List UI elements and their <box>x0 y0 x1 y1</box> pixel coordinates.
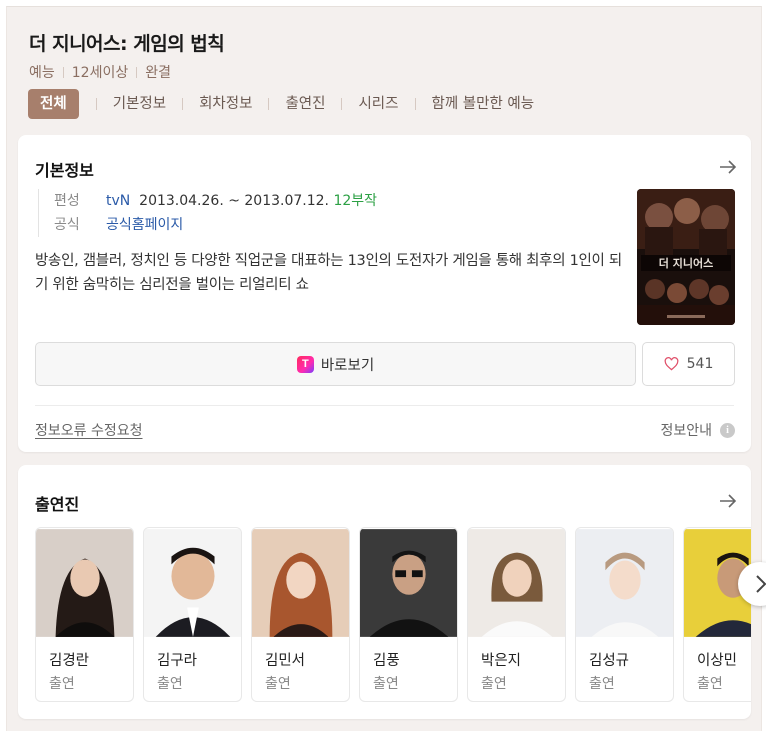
watch-now-label: 바로보기 <box>320 357 375 374</box>
tab-divider <box>341 98 343 110</box>
tab-divider <box>95 98 97 110</box>
program-title[interactable]: 더 지니어스: 게임의 법칙 <box>29 29 225 56</box>
info-guide-button[interactable]: 정보안내 i <box>660 420 735 440</box>
program-meta: 예능 12세이상 완결 <box>29 62 171 82</box>
meta-rating: 12세이상 <box>71 65 129 81</box>
cast-member-card[interactable]: 김민서 출연 <box>251 527 350 702</box>
heart-icon <box>664 357 679 371</box>
cast-next-button[interactable] <box>738 562 766 606</box>
cast-card: 출연진 김경란 출연 김구라 출연 김민서 출연 김풍 출연 박은지 출연 김성… <box>18 465 751 719</box>
tab-bar: 전체 기본정보 회차정보 출연진 시리즈 함께 볼만한 예능 <box>28 89 534 119</box>
tab-related-shows[interactable]: 함께 볼만한 예능 <box>432 89 535 119</box>
meta-divider <box>136 66 138 78</box>
meta-divider <box>62 66 64 78</box>
tab-cast[interactable]: 출연진 <box>285 89 325 119</box>
info-row-broadcast: 편성 tvN 2013.04.26. ~ 2013.07.12. 12부작 <box>54 189 377 213</box>
cast-photo <box>576 529 673 637</box>
cast-role: 출연 <box>481 676 507 692</box>
info-icon: i <box>720 422 735 438</box>
info-key: 공식 <box>54 217 80 233</box>
arrow-right-icon[interactable] <box>719 160 737 174</box>
basic-info-heading: 기본정보 <box>35 161 94 180</box>
cast-photo <box>144 529 241 637</box>
tab-all[interactable]: 전체 <box>28 89 79 119</box>
divider <box>35 405 734 406</box>
svg-text:더 지니어스: 더 지니어스 <box>659 256 713 270</box>
cast-member-card[interactable]: 김구라 출연 <box>143 527 242 702</box>
cast-name: 이상민 <box>697 653 738 669</box>
info-row-official: 공식 공식홈페이지 <box>54 213 377 237</box>
chevron-right-icon <box>756 575 766 593</box>
basic-info-card: 기본정보 편성 tvN 2013.04.26. ~ 2013.07.12. 12… <box>18 135 751 452</box>
search-result-panel: 더 지니어스: 게임의 법칙 예능 12세이상 완결 전체 기본정보 회차정보 … <box>6 6 762 731</box>
cast-member-card[interactable]: 김성규 출연 <box>575 527 674 702</box>
cast-role: 출연 <box>697 676 723 692</box>
tab-series[interactable]: 시리즈 <box>358 89 398 119</box>
cast-photo <box>468 529 565 637</box>
tab-divider <box>414 98 416 110</box>
cast-role: 출연 <box>589 676 615 692</box>
tab-basic-info[interactable]: 기본정보 <box>113 89 166 119</box>
cast-name: 박은지 <box>481 653 522 669</box>
info-guide-label: 정보안내 <box>660 423 712 439</box>
cast-photo <box>252 529 349 637</box>
cast-name: 김민서 <box>265 653 306 669</box>
cast-role: 출연 <box>265 676 291 692</box>
cast-role: 출연 <box>373 676 399 692</box>
like-count: 541 <box>686 356 714 372</box>
official-homepage-link[interactable]: 공식홈페이지 <box>106 213 183 237</box>
info-key: 편성 <box>54 193 80 209</box>
cast-role: 출연 <box>49 676 75 692</box>
info-value: tvN 2013.04.26. ~ 2013.07.12. 12부작 <box>106 189 377 213</box>
cast-member-card[interactable]: 김풍 출연 <box>359 527 458 702</box>
cast-role: 출연 <box>157 676 183 692</box>
cast-list: 김경란 출연 김구라 출연 김민서 출연 김풍 출연 박은지 출연 김성규 출연… <box>35 527 751 702</box>
watch-now-button[interactable]: T 바로보기 <box>35 342 636 386</box>
cast-name: 김구라 <box>157 653 198 669</box>
cast-photo <box>36 529 133 637</box>
meta-genre: 예능 <box>29 65 55 81</box>
tab-divider <box>268 98 270 110</box>
air-dates: 2013.04.26. ~ 2013.07.12. <box>139 193 330 209</box>
tab-divider <box>182 98 184 110</box>
program-description: 방송인, 갬블러, 정치인 등 다양한 직업군을 대표하는 13인의 도전자가 … <box>35 253 622 293</box>
report-error-link[interactable]: 정보오류 수정요청 <box>35 420 143 440</box>
poster-image[interactable]: 더 지니어스 <box>637 189 735 325</box>
cast-name: 김풍 <box>373 653 400 669</box>
cast-member-card[interactable]: 박은지 출연 <box>467 527 566 702</box>
tving-logo-icon: T <box>296 355 314 373</box>
meta-status: 완결 <box>145 65 171 81</box>
cast-heading: 출연진 <box>35 495 80 514</box>
arrow-right-icon[interactable] <box>719 494 737 508</box>
info-table: 편성 tvN 2013.04.26. ~ 2013.07.12. 12부작 공식… <box>38 189 377 237</box>
episode-count[interactable]: 12부작 <box>333 193 377 209</box>
cast-name: 김경란 <box>49 653 90 669</box>
cast-photo <box>360 529 457 637</box>
tab-episodes[interactable]: 회차정보 <box>199 89 252 119</box>
channel-link[interactable]: tvN <box>106 193 130 209</box>
cast-member-card[interactable]: 이상민 출연 <box>683 527 751 702</box>
cast-member-card[interactable]: 김경란 출연 <box>35 527 134 702</box>
like-button[interactable]: 541 <box>642 342 735 386</box>
cast-name: 김성규 <box>589 653 630 669</box>
